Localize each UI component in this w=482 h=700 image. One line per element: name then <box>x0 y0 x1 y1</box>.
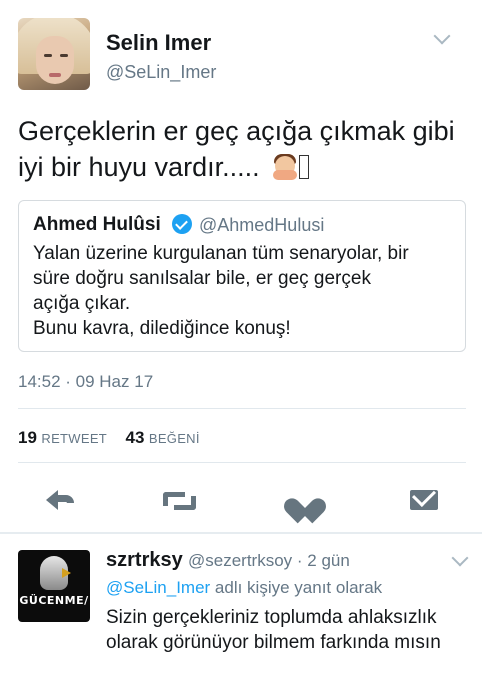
reply-context-suffix: adlı kişiye yanıt olarak <box>210 578 383 597</box>
reply-author-name[interactable]: szrtrksy <box>106 549 183 572</box>
tweet-timestamp[interactable]: 14:52 · 09 Haz 17 <box>18 372 153 392</box>
reply-author-avatar[interactable]: GÜCENME/ <box>18 550 90 622</box>
section-divider <box>0 532 482 534</box>
author-avatar[interactable] <box>18 18 90 90</box>
verified-badge-icon <box>172 214 192 234</box>
quoted-line: Yalan üzerine kurgulanan tüm senaryolar,… <box>33 243 409 264</box>
chevron-down-icon[interactable] <box>433 27 451 45</box>
tweet-text: Gerçeklerin er geç açığa çıkmak gibi iyi… <box>18 113 468 185</box>
quoted-tweet-card[interactable]: Ahmed Hulûsi @AhmedHulusi Yalan üzerine … <box>18 200 466 352</box>
like-label[interactable]: BEĞENİ <box>149 431 200 446</box>
quoted-text: Yalan üzerine kurgulanan tüm senaryolar,… <box>33 241 458 341</box>
heart-icon[interactable] <box>280 486 330 524</box>
engagement-stats: 19 RETWEET 43 BEĞENİ <box>18 428 214 448</box>
quoted-author-name[interactable]: Ahmed Hulûsi <box>33 214 161 236</box>
person-bowing-emoji-icon <box>273 154 298 180</box>
missing-glyph-icon <box>299 155 310 179</box>
avatar-brand-text: GÜCENME/ <box>19 594 89 607</box>
envelope-icon[interactable] <box>408 482 440 514</box>
tweet-body: Gerçeklerin er geç açığa çıkmak gibi iyi… <box>18 116 455 182</box>
retweet-icon[interactable] <box>163 486 196 514</box>
reply-author-meta[interactable]: @sezertrksoy · 2 gün <box>188 551 350 571</box>
author-handle[interactable]: @SeLin_Imer <box>106 62 216 83</box>
quoted-line: Bunu kavra, dilediğince konuş! <box>33 318 291 339</box>
reply-text: Sizin gerçekleriniz toplumda ahlaksızlık… <box>106 607 441 653</box>
retweet-label[interactable]: RETWEET <box>41 431 107 446</box>
reply-icon[interactable] <box>46 486 78 514</box>
divider <box>18 408 466 409</box>
quoted-line: açığa çıkar. <box>33 293 131 314</box>
reply-context-mention[interactable]: @SeLin_Imer <box>106 578 210 597</box>
author-name[interactable]: Selin Imer <box>106 30 211 56</box>
quoted-line: süre doğru sanılsalar bile, er geç gerçe… <box>33 268 371 289</box>
divider <box>18 462 466 463</box>
quoted-author-handle[interactable]: @AhmedHulusi <box>199 215 324 236</box>
like-count[interactable]: 43 <box>125 428 144 447</box>
chevron-down-icon[interactable] <box>451 549 469 567</box>
retweet-count[interactable]: 19 <box>18 428 37 447</box>
reply-context: @SeLin_Imer adlı kişiye yanıt olarak <box>106 578 382 598</box>
